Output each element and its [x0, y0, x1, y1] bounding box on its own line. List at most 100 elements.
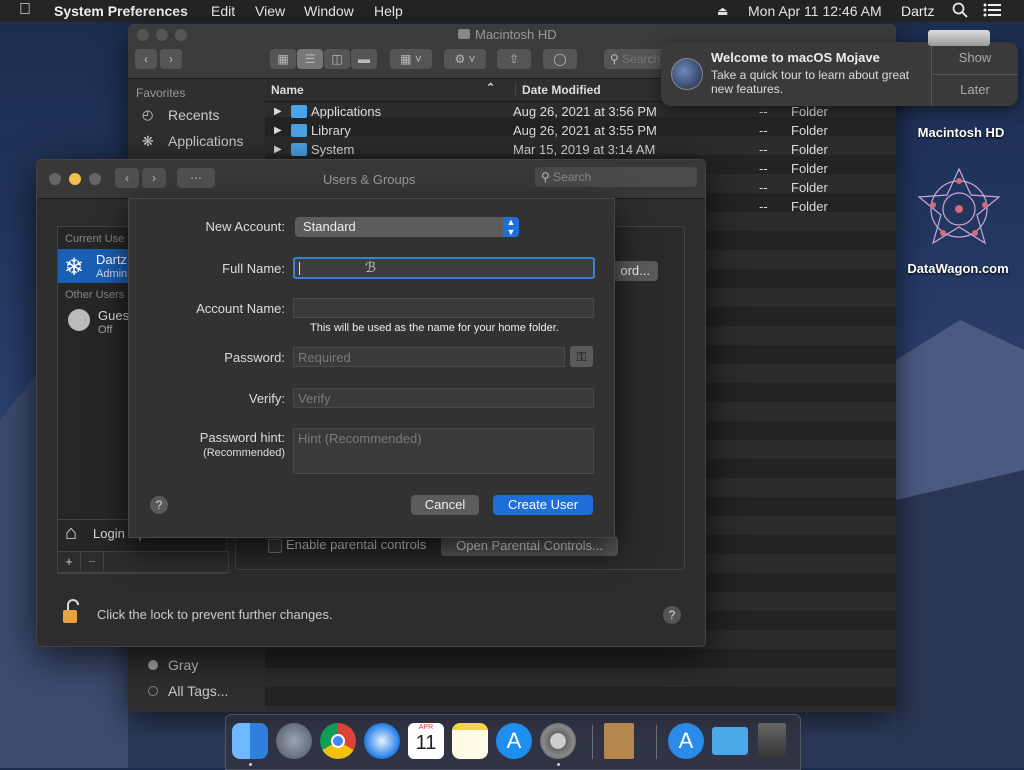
app-store-dock-icon[interactable]: A — [496, 723, 532, 759]
table-row[interactable]: ▶ System Mar 15, 2019 at 3:14 AM -- Folder — [265, 140, 896, 159]
view-columns-button[interactable]: ◫ — [324, 49, 350, 69]
calendar-month: APR — [418, 724, 434, 731]
trash-dock-icon[interactable] — [758, 723, 786, 759]
user-list-buttons: + − — [57, 551, 229, 573]
column-date-header[interactable]: Date Modified — [515, 83, 601, 97]
mojave-notification[interactable]: Welcome to macOS Mojave Take a quick tou… — [661, 42, 1018, 106]
password-label: Password: — [224, 350, 285, 365]
finder-minimize-button[interactable] — [156, 29, 168, 41]
view-list-button[interactable]: ☰ — [297, 49, 323, 69]
ug-title: Users & Groups — [323, 172, 416, 187]
dock: APR 11 A A — [225, 714, 801, 770]
ug-forward-button[interactable]: › — [142, 168, 166, 188]
folder-icon — [291, 105, 307, 118]
menu-edit[interactable]: Edit — [211, 3, 235, 19]
menu-app-name[interactable]: System Preferences — [54, 3, 188, 19]
show-all-grid-button[interactable]: ⋯ — [177, 168, 215, 188]
safari-dock-icon[interactable] — [364, 723, 400, 759]
chrome-dock-icon[interactable] — [320, 723, 356, 759]
finder-dock-icon[interactable] — [232, 723, 268, 759]
verify-input[interactable]: Verify — [293, 388, 594, 408]
row-name: Library — [311, 123, 351, 138]
row-name: System — [311, 142, 355, 157]
system-preferences-dock-icon[interactable] — [540, 723, 576, 759]
open-parental-controls-button[interactable]: Open Parental Controls... — [441, 536, 618, 556]
disclosure-triangle-icon[interactable]: ▶ — [274, 144, 282, 155]
archive-dock-icon[interactable] — [604, 723, 634, 759]
view-gallery-button[interactable]: ▬ — [351, 49, 377, 69]
row-kind: Folder — [791, 142, 828, 157]
cancel-button[interactable]: Cancel — [411, 495, 479, 515]
notification-later-button[interactable]: Later — [932, 74, 1018, 106]
remove-user-button[interactable]: − — [81, 552, 104, 572]
verify-label: Verify: — [248, 391, 285, 406]
share-button[interactable]: ⇧ — [497, 49, 531, 69]
password-hint-input[interactable]: Hint (Recommended) — [293, 428, 594, 474]
downloads-folder-dock-icon[interactable] — [712, 727, 748, 755]
group-button[interactable]: ▦ ˅ — [390, 49, 432, 69]
sort-chevron-icon: ⌃ — [486, 82, 496, 94]
disclosure-triangle-icon[interactable]: ▶ — [274, 106, 282, 117]
row-kind: Folder — [791, 104, 828, 119]
row-date: Aug 26, 2021 at 3:56 PM — [513, 104, 657, 119]
apple-menu-icon[interactable]:  — [19, 1, 31, 19]
full-name-input[interactable] — [293, 257, 595, 279]
desktop-hd-label[interactable]: Macintosh HD — [906, 125, 1016, 140]
menu-help[interactable]: Help — [374, 3, 403, 19]
launchpad-dock-icon[interactable] — [276, 723, 312, 759]
calendar-dock-icon[interactable]: APR 11 — [408, 723, 444, 759]
menu-clock[interactable]: Mon Apr 11 12:46 AM — [748, 3, 882, 19]
ug-back-button[interactable]: ‹ — [115, 168, 139, 188]
spotlight-icon[interactable] — [952, 2, 968, 21]
eject-icon[interactable]: ⏏ — [717, 4, 728, 18]
action-gear-button[interactable]: ⚙ ˅ — [444, 49, 486, 69]
column-name-header[interactable]: Name — [271, 83, 304, 97]
disclosure-triangle-icon[interactable]: ▶ — [274, 125, 282, 136]
menu-view[interactable]: View — [255, 3, 285, 19]
applications-icon: ❋ — [142, 133, 154, 149]
ug-zoom-button[interactable] — [89, 173, 101, 185]
row-size: -- — [759, 104, 768, 119]
all-tags-icon — [148, 686, 158, 696]
chrome-center-icon — [331, 734, 345, 748]
datawagon-logo-icon[interactable] — [915, 165, 1003, 253]
notification-show-button[interactable]: Show — [932, 42, 1018, 75]
applications-stack-dock-icon[interactable]: A — [668, 723, 704, 759]
password-assistant-key-icon[interactable]: ⚿ — [570, 346, 593, 367]
finder-close-button[interactable] — [137, 29, 149, 41]
lock-icon[interactable] — [63, 598, 79, 623]
ug-minimize-button[interactable] — [69, 173, 81, 185]
add-user-button[interactable]: + — [58, 552, 81, 572]
password-hint-label: Password hint: — [199, 430, 285, 445]
notification-body-line1: Take a quick tour to learn about great — [711, 68, 910, 82]
row-kind: Folder — [791, 161, 828, 176]
finder-back-button[interactable]: ‹ — [135, 49, 157, 69]
account-name-input[interactable] — [293, 298, 594, 318]
view-icons-button[interactable]: ▦ — [270, 49, 296, 69]
lock-text: Click the lock to prevent further change… — [97, 607, 333, 622]
desktop-datawagon-label[interactable]: DataWagon.com — [900, 261, 1016, 276]
sheet-help-button[interactable]: ? — [150, 496, 168, 514]
ug-toolbar: ‹ › ⋯ Users & Groups ⚲ Search — [37, 160, 705, 199]
account-name-hint: This will be used as the name for your h… — [310, 322, 559, 334]
notes-dock-icon[interactable] — [452, 723, 488, 759]
menu-bar:  System Preferences Edit View Window He… — [0, 0, 1024, 22]
tag-button[interactable]: ◯ — [543, 49, 577, 69]
snowflake-avatar-icon: ❄ — [64, 254, 85, 281]
ug-search-field[interactable]: ⚲ Search — [535, 167, 697, 187]
finder-zoom-button[interactable] — [175, 29, 187, 41]
notification-center-icon[interactable] — [983, 3, 1001, 20]
menu-user[interactable]: Dartz — [901, 3, 934, 19]
house-icon: ⌂ — [65, 522, 78, 544]
password-input[interactable]: Required — [293, 347, 565, 367]
finder-forward-button[interactable]: › — [160, 49, 182, 69]
calendar-day: 11 — [415, 732, 437, 754]
parental-controls-checkbox[interactable] — [268, 539, 282, 553]
account-type-popup[interactable]: Standard ▲ ▼ — [295, 217, 519, 237]
table-row[interactable]: ▶ Library Aug 26, 2021 at 3:55 PM -- Folder — [265, 121, 896, 140]
menu-window[interactable]: Window — [304, 3, 354, 19]
create-user-button[interactable]: Create User — [493, 495, 593, 515]
ug-help-button[interactable]: ? — [663, 606, 681, 624]
ug-close-button[interactable] — [49, 173, 61, 185]
desktop-hd-icon[interactable] — [928, 30, 990, 46]
